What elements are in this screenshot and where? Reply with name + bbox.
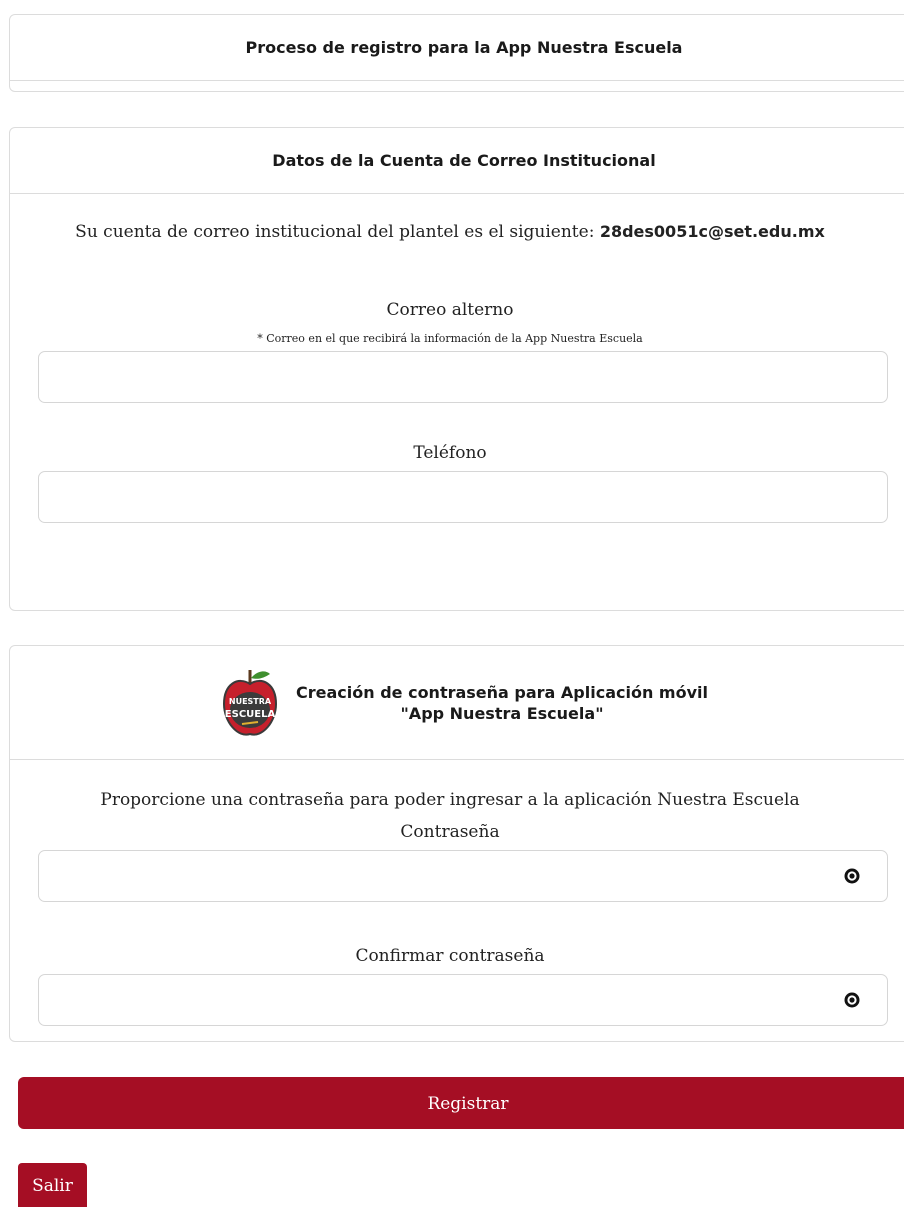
institutional-email-info: Su cuenta de correo institucional del pl… <box>10 222 890 242</box>
alt-email-label: Correo alterno <box>386 300 514 320</box>
email-data-card: Datos de la Cuenta de Correo Institucion… <box>9 127 904 611</box>
institutional-email-value: 28des0051c@set.edu.mx <box>599 222 825 241</box>
register-button[interactable]: Registrar <box>18 1077 904 1129</box>
password-input[interactable] <box>38 850 888 902</box>
phone-label: Teléfono <box>413 443 487 463</box>
password-card: NUESTRA ESCUELA Creación de contraseña p… <box>9 645 904 1042</box>
eye-icon[interactable] <box>844 868 860 884</box>
email-section-header: Datos de la Cuenta de Correo Institucion… <box>10 128 904 194</box>
password-section-title-line2: "App Nuestra Escuela" <box>400 703 604 723</box>
page-title: Proceso de registro para la App Nuestra … <box>10 15 904 81</box>
eye-icon[interactable] <box>844 992 860 1008</box>
confirm-password-input[interactable] <box>38 974 888 1026</box>
password-section-title-line1: Creación de contraseña para Aplicación m… <box>296 682 708 702</box>
apple-logo-icon: NUESTRA ESCUELA <box>222 669 278 736</box>
password-section-header: NUESTRA ESCUELA Creación de contraseña p… <box>10 646 904 760</box>
confirm-password-label: Confirmar contraseña <box>355 946 545 966</box>
password-section-title: Creación de contraseña para Aplicación m… <box>296 682 708 724</box>
exit-button[interactable]: Salir <box>18 1163 87 1207</box>
password-instructions: Proporcione una contraseña para poder in… <box>100 790 800 810</box>
title-card: Proceso de registro para la App Nuestra … <box>9 14 904 92</box>
alt-email-note: * Correo en el que recibirá la informaci… <box>257 332 643 345</box>
logo-text-top: NUESTRA <box>229 697 272 706</box>
logo-text-bottom: ESCUELA <box>225 709 276 720</box>
alt-email-input[interactable] <box>38 351 888 403</box>
password-label: Contraseña <box>400 822 500 842</box>
phone-input[interactable] <box>38 471 888 523</box>
institutional-email-prefix: Su cuenta de correo institucional del pl… <box>75 222 595 242</box>
